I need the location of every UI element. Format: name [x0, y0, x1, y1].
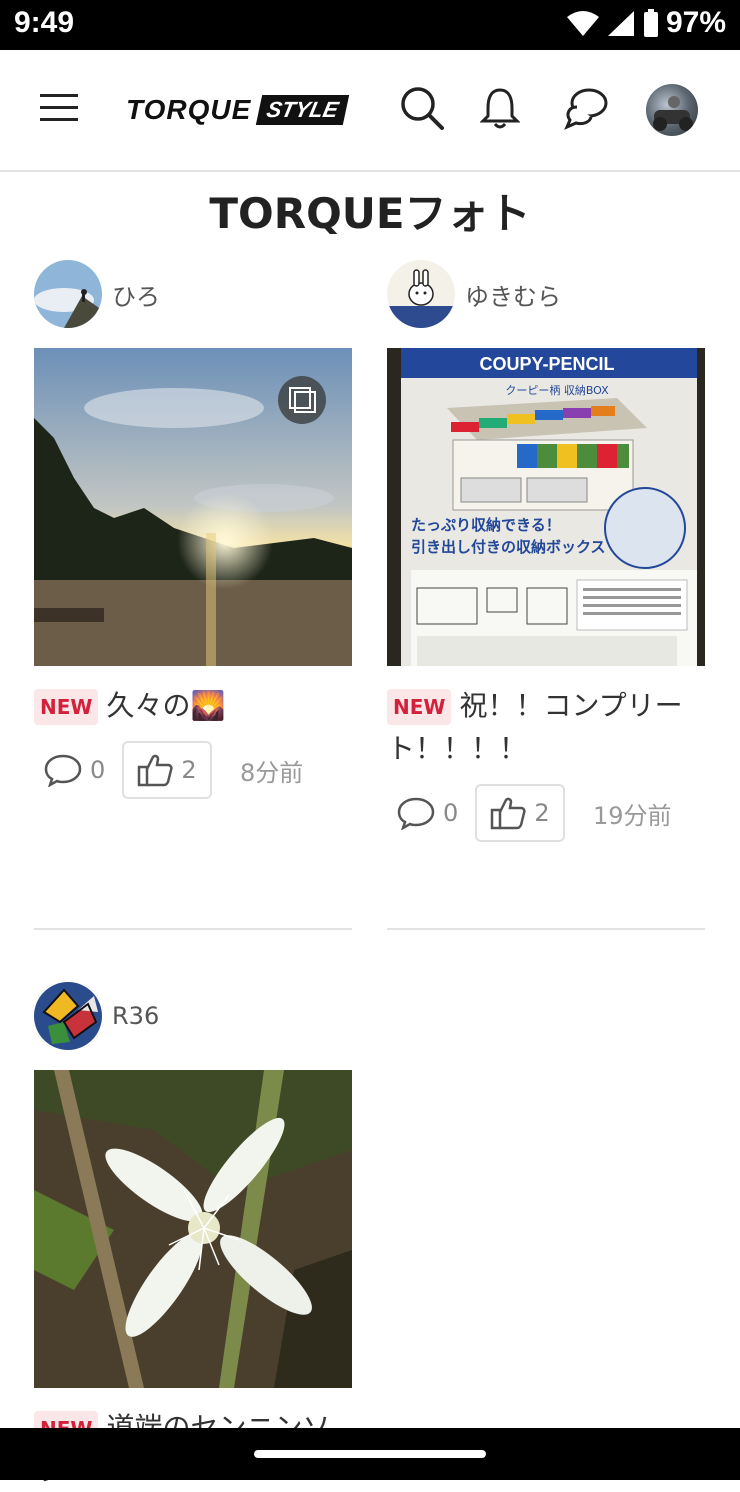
- user-avatar[interactable]: [646, 84, 698, 136]
- new-badge: NEW: [34, 689, 99, 725]
- status-time: 9:49: [14, 6, 75, 39]
- post-author[interactable]: ひろ: [34, 260, 354, 328]
- home-gesture-handle[interactable]: [254, 1450, 486, 1458]
- comment-icon: [44, 754, 82, 787]
- card-divider: [387, 928, 705, 930]
- author-avatar[interactable]: [34, 982, 102, 1050]
- menu-icon[interactable]: [34, 82, 86, 134]
- author-name[interactable]: R36: [112, 1002, 159, 1030]
- status-bar: 9:49 97%: [0, 0, 740, 50]
- post-photo[interactable]: [34, 1070, 352, 1388]
- system-nav-bar: [0, 1428, 740, 1480]
- post-title[interactable]: NEW 祝！！コンプリート！！！！: [387, 684, 707, 770]
- product-subtitle: クーピー柄 収納BOX: [505, 384, 609, 397]
- post-time: 19分前: [593, 801, 672, 830]
- like-button[interactable]: 2: [122, 741, 212, 799]
- comment-count: 0: [90, 756, 106, 784]
- card-divider: [34, 928, 352, 930]
- page-title: TORQUEフォト: [209, 189, 531, 238]
- post-time: 8分前: [240, 758, 304, 787]
- site-logo[interactable]: TORQUE STYLE: [126, 94, 350, 126]
- post-author[interactable]: R36: [34, 982, 354, 1050]
- post-photo[interactable]: COUPY-PENCIL クーピー柄 収納BOX たっぷり収納できる！ 引き出し…: [387, 348, 705, 666]
- comment-icon: [397, 797, 435, 830]
- comment-button[interactable]: 0: [397, 796, 475, 830]
- like-count: 2: [534, 799, 550, 827]
- post-author[interactable]: ゆきむら: [387, 260, 707, 328]
- product-caption: たっぷり収納できる！: [411, 516, 561, 534]
- post-title[interactable]: NEW 久々の🌄: [34, 684, 354, 727]
- author-name[interactable]: ひろ: [112, 277, 160, 312]
- search-icon[interactable]: [396, 82, 448, 134]
- comment-button[interactable]: 0: [44, 753, 122, 787]
- logo-main: TORQUE: [126, 94, 252, 125]
- signal-icon: [607, 11, 634, 36]
- post-card[interactable]: R36 NEW道端のセンニンソウ: [34, 982, 354, 1492]
- author-avatar[interactable]: [34, 260, 102, 328]
- bell-icon[interactable]: [474, 82, 526, 134]
- gallery-icon: [278, 376, 326, 424]
- post-title-text: 久々の🌄: [106, 689, 226, 722]
- battery-icon: [643, 9, 658, 37]
- author-name[interactable]: ゆきむら: [465, 277, 561, 312]
- thumbs-up-icon: [491, 797, 526, 830]
- like-count: 2: [181, 756, 197, 784]
- post-card[interactable]: ゆきむら COUPY-PENCIL クーピー柄 収納BOX たっぷり収納できる！…: [387, 260, 707, 842]
- logo-sub: STYLE: [256, 95, 350, 125]
- product-brand: COUPY-PENCIL: [479, 354, 614, 374]
- post-photo[interactable]: [34, 348, 352, 666]
- product-caption: 引き出し付きの収納ボックス: [411, 538, 606, 556]
- wifi-icon: [566, 11, 599, 36]
- author-avatar[interactable]: [387, 260, 455, 328]
- like-button[interactable]: 2: [475, 784, 565, 842]
- thumbs-up-icon: [138, 754, 173, 787]
- battery-level: 97%: [665, 6, 726, 39]
- new-badge: NEW: [387, 689, 452, 725]
- post-card[interactable]: ひろ NEW 久々の🌄 0 2 8分前: [34, 260, 354, 799]
- app-header: TORQUE STYLE: [0, 50, 740, 172]
- chat-icon[interactable]: [560, 82, 612, 134]
- comment-count: 0: [443, 799, 459, 827]
